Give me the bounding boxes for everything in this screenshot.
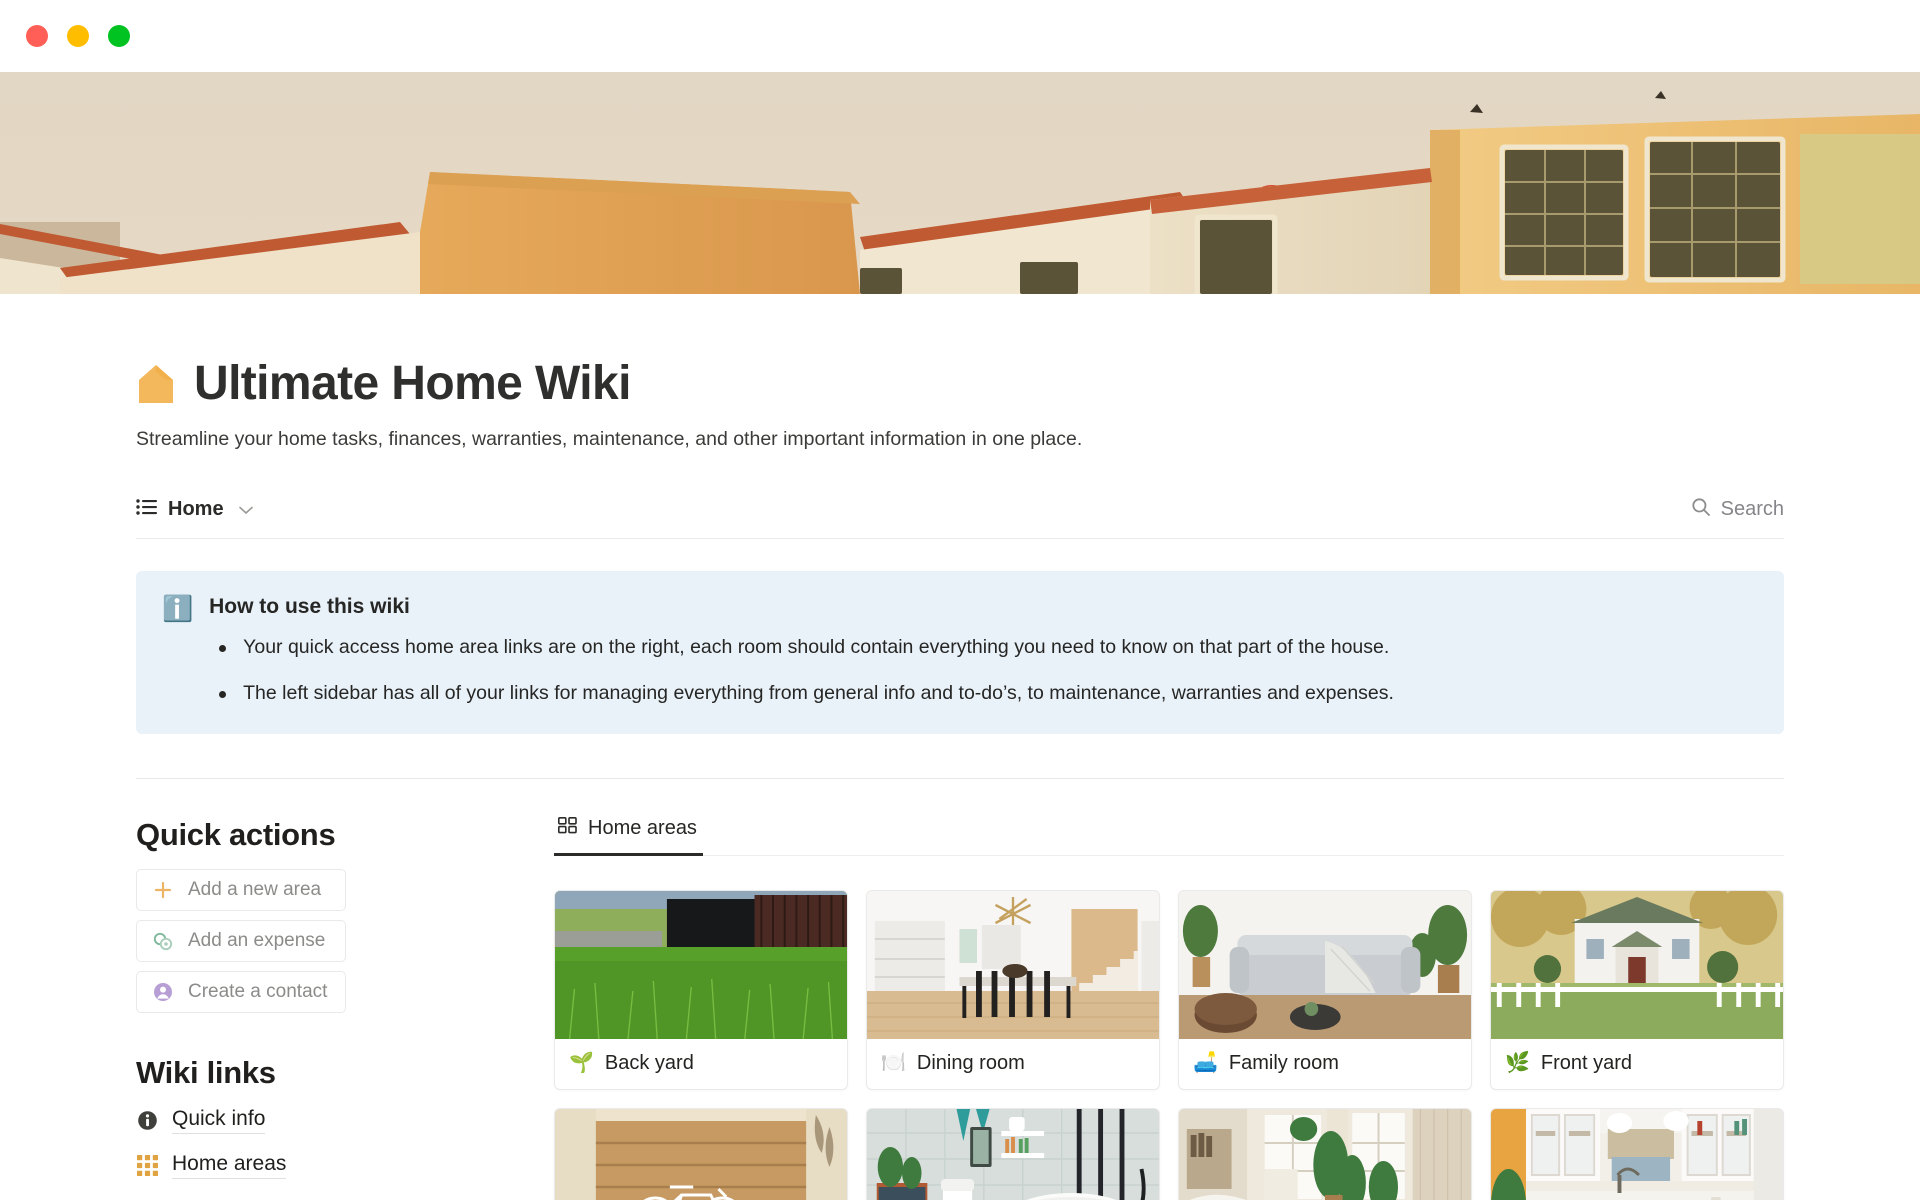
card-image-family-room bbox=[1179, 890, 1471, 1039]
callout-body: How to use this wiki Your quick access h… bbox=[209, 595, 1754, 708]
page-nav-row: Home Search bbox=[136, 489, 1784, 540]
create-contact-button[interactable]: Create a contact bbox=[136, 971, 346, 1014]
info-circle-icon bbox=[136, 1109, 159, 1132]
callout-title: How to use this wiki bbox=[209, 595, 410, 619]
lower-section: Quick actions Add a new area Add an expe… bbox=[136, 779, 1784, 1200]
home-area-card[interactable]: 🛏️ Bedroom bbox=[1178, 1107, 1472, 1200]
home-area-card[interactable]: 🌿 Front yard bbox=[1490, 889, 1784, 1090]
information-emoji-icon: ℹ️ bbox=[162, 595, 194, 624]
home-areas-grid: 🌱 Back yard 🍽️ Dining room 🛋️ Family roo… bbox=[554, 889, 1784, 1200]
page-title: Ultimate Home Wiki bbox=[136, 356, 1784, 411]
nav-left-group: Home bbox=[136, 498, 253, 529]
gallery-grid-icon bbox=[558, 817, 577, 840]
home-area-card[interactable]: 🚗 Garage bbox=[554, 1107, 848, 1200]
card-label-text: Dining room bbox=[916, 1051, 1025, 1074]
add-new-area-button[interactable]: Add a new area bbox=[136, 869, 346, 912]
add-expense-label: Add an expense bbox=[188, 930, 326, 952]
create-contact-label: Create a contact bbox=[188, 981, 328, 1003]
herb-emoji-icon: 🌿 bbox=[1505, 1052, 1530, 1075]
card-label: 🛋️ Family room bbox=[1179, 1039, 1471, 1089]
left-sidebar: Quick actions Add a new area Add an expe… bbox=[136, 817, 496, 1200]
page-subtitle: Streamline your home tasks, finances, wa… bbox=[136, 428, 1083, 450]
quick-actions-heading: Quick actions bbox=[136, 817, 336, 853]
card-label: 🌱 Back yard bbox=[555, 1039, 847, 1089]
card-label: 🌿 Front yard bbox=[1491, 1039, 1783, 1089]
close-window-button[interactable] bbox=[26, 25, 48, 47]
how-to-callout: ℹ️ How to use this wiki Your quick acces… bbox=[136, 571, 1784, 734]
window-titlebar bbox=[0, 0, 1920, 72]
callout-bullet: Your quick access home area links are on… bbox=[209, 633, 1754, 662]
card-label: 🍽️ Dining room bbox=[867, 1039, 1159, 1089]
card-image-bathroom bbox=[867, 1108, 1159, 1200]
card-label-text: Family room bbox=[1228, 1051, 1339, 1074]
seedling-emoji-icon: 🌱 bbox=[569, 1052, 594, 1075]
card-label-text: Back yard bbox=[604, 1051, 694, 1074]
home-area-card[interactable]: 🍳 Kitchen bbox=[1490, 1107, 1784, 1200]
wiki-link-home-areas-label: Home areas bbox=[172, 1152, 287, 1180]
house-emoji-icon bbox=[136, 363, 176, 405]
home-areas-panel: Home areas 🌱 Back yard 🍽️ Dining room 🛋️… bbox=[554, 817, 1784, 1200]
card-image-front-yard bbox=[1491, 890, 1783, 1039]
wiki-link-quick-info-label: Quick info bbox=[172, 1107, 266, 1135]
person-icon bbox=[152, 981, 174, 1003]
home-area-card[interactable]: 🍽️ Dining room bbox=[866, 889, 1160, 1090]
traffic-light-group bbox=[26, 25, 130, 47]
wiki-link-home-areas[interactable]: Home areas bbox=[136, 1152, 496, 1180]
card-image-dining-room bbox=[867, 890, 1159, 1039]
nav-tab-home[interactable]: Home bbox=[136, 498, 253, 521]
home-area-card[interactable]: 🛋️ Family room bbox=[1178, 889, 1472, 1090]
wiki-link-quick-info[interactable]: Quick info bbox=[136, 1107, 496, 1135]
card-image-back-yard bbox=[555, 890, 847, 1039]
chevron-down-icon[interactable] bbox=[238, 502, 253, 518]
tab-home-areas-label: Home areas bbox=[588, 817, 697, 840]
nav-tab-home-label: Home bbox=[168, 498, 224, 521]
home-areas-tabbar: Home areas bbox=[554, 817, 1784, 857]
tab-home-areas[interactable]: Home areas bbox=[554, 817, 703, 857]
grid-icon bbox=[136, 1154, 159, 1177]
cover-illustration bbox=[0, 72, 1920, 294]
page-title-text: Ultimate Home Wiki bbox=[194, 357, 631, 410]
home-area-card[interactable]: 🛁 Bathroom bbox=[866, 1107, 1160, 1200]
page-header: Ultimate Home Wiki Streamline your home … bbox=[136, 294, 1784, 453]
wiki-links-heading: Wiki links bbox=[136, 1055, 276, 1091]
search-label: Search bbox=[1720, 498, 1784, 521]
add-expense-button[interactable]: Add an expense bbox=[136, 920, 346, 963]
callout-bullet: The left sidebar has all of your links f… bbox=[209, 679, 1754, 708]
coins-icon bbox=[152, 930, 174, 952]
plus-icon bbox=[152, 879, 174, 901]
plate-cutlery-emoji-icon: 🍽️ bbox=[881, 1052, 906, 1075]
card-label-text: Front yard bbox=[1540, 1051, 1633, 1074]
card-image-garage bbox=[555, 1108, 847, 1200]
search-icon bbox=[1691, 497, 1711, 523]
cover-image bbox=[0, 72, 1920, 294]
card-image-kitchen bbox=[1491, 1108, 1783, 1200]
callout-bullet-list: Your quick access home area links are on… bbox=[209, 633, 1754, 708]
home-area-card[interactable]: 🌱 Back yard bbox=[554, 889, 848, 1090]
search-button[interactable]: Search bbox=[1691, 497, 1784, 531]
maximize-window-button[interactable] bbox=[108, 25, 130, 47]
couch-emoji-icon: 🛋️ bbox=[1193, 1052, 1218, 1075]
minimize-window-button[interactable] bbox=[67, 25, 89, 47]
card-image-bedroom bbox=[1179, 1108, 1471, 1200]
house-icon bbox=[139, 364, 173, 403]
add-new-area-label: Add a new area bbox=[188, 879, 322, 901]
list-icon bbox=[136, 498, 157, 521]
page-content: Ultimate Home Wiki Streamline your home … bbox=[0, 294, 1920, 1200]
